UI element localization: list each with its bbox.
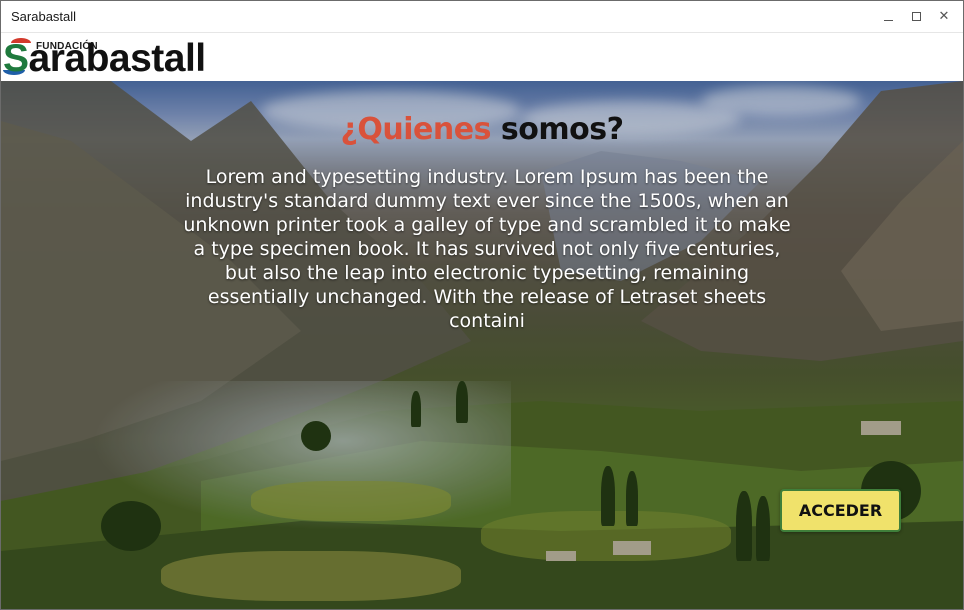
hero-title: ¿Quienes somos? xyxy=(1,112,963,147)
maximize-icon xyxy=(911,12,921,21)
minimize-button[interactable] xyxy=(874,1,902,32)
minimize-icon xyxy=(883,19,893,21)
close-icon: ✕ xyxy=(938,9,950,24)
hero-title-rest: somos? xyxy=(500,112,624,147)
logo-brand-initial: S xyxy=(3,37,29,80)
maximize-button[interactable] xyxy=(902,1,930,32)
hero-description: Lorem and typesetting industry. Lorem Ip… xyxy=(183,166,791,332)
close-button[interactable]: ✕ xyxy=(930,1,958,32)
app-window: Sarabastall ✕ FUNDACIÓN Sarabastall ¿Qui… xyxy=(0,0,964,610)
hero-section: ¿Quienes somos? Lorem and typesetting in… xyxy=(1,81,963,609)
window-title: Sarabastall xyxy=(11,9,77,24)
sarabastall-logo: FUNDACIÓN Sarabastall xyxy=(3,35,213,81)
app-header: FUNDACIÓN Sarabastall xyxy=(1,33,963,81)
logo-brand-text: Sarabastall xyxy=(3,37,206,81)
hero-title-accent: ¿Quienes xyxy=(340,112,491,147)
title-bar: Sarabastall ✕ xyxy=(1,1,963,33)
acceder-button[interactable]: ACCEDER xyxy=(780,489,901,532)
logo-brand-rest: arabastall xyxy=(28,37,207,80)
